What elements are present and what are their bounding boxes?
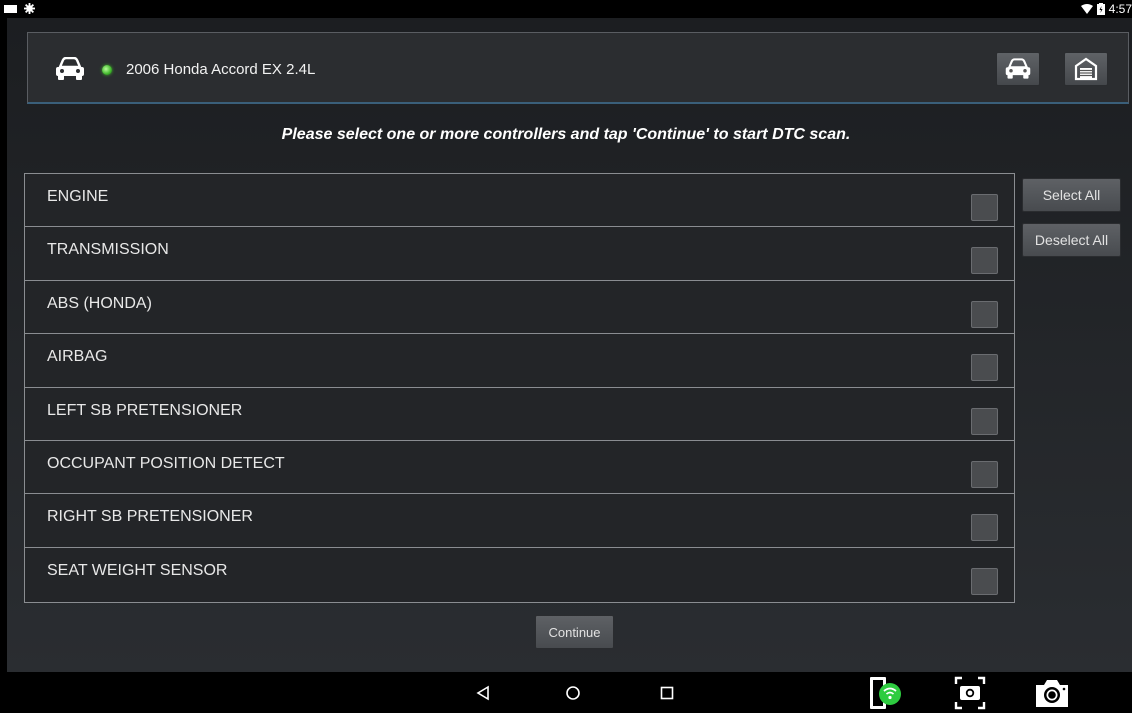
- controller-row-transmission[interactable]: TRANSMISSION: [25, 227, 1014, 281]
- wifi-icon: [1080, 4, 1093, 14]
- controller-checkbox[interactable]: [971, 300, 998, 328]
- settings-gear-icon: [24, 3, 35, 14]
- notification-icon: [4, 4, 17, 13]
- recents-square-icon[interactable]: [660, 686, 674, 700]
- camera-icon[interactable]: [1034, 677, 1070, 709]
- instruction-text: Please select one or more controllers an…: [281, 126, 851, 143]
- controller-row-airbag[interactable]: AIRBAG: [25, 334, 1014, 388]
- controller-checkbox[interactable]: [971, 407, 998, 435]
- continue-button[interactable]: Continue: [535, 615, 614, 649]
- controller-row-seat-weight-sensor[interactable]: SEAT WEIGHT SENSOR: [25, 548, 1014, 601]
- garage-icon: [1074, 57, 1098, 81]
- green-led-icon: [102, 65, 112, 75]
- status-time: 4:57: [1108, 2, 1132, 16]
- controller-label: RIGHT SB PRETENSIONER: [47, 508, 253, 526]
- controller-row-left-sb-pretensioner[interactable]: LEFT SB PRETENSIONER: [25, 388, 1014, 441]
- controller-checkbox[interactable]: [971, 567, 998, 595]
- controller-row-right-sb-pretensioner[interactable]: RIGHT SB PRETENSIONER: [25, 494, 1014, 548]
- status-bar: 4:57: [0, 0, 1132, 18]
- controller-checkbox[interactable]: [971, 460, 998, 488]
- controller-label: OCCUPANT POSITION DETECT: [47, 454, 285, 472]
- controller-label: LEFT SB PRETENSIONER: [47, 401, 243, 419]
- vehicle-header: 2006 Honda Accord EX 2.4L: [27, 32, 1129, 104]
- controller-label: TRANSMISSION: [47, 241, 169, 259]
- controller-checkbox[interactable]: [971, 194, 998, 221]
- controller-checkbox[interactable]: [971, 354, 998, 382]
- controller-checkbox[interactable]: [971, 514, 998, 542]
- home-circle-icon[interactable]: [565, 685, 581, 701]
- screenshot-icon[interactable]: [953, 675, 987, 711]
- vehicle-name: 2006 Honda Accord EX 2.4L: [126, 61, 316, 78]
- controller-checkbox[interactable]: [971, 247, 998, 275]
- garage-button[interactable]: [1064, 52, 1108, 86]
- select-all-button[interactable]: Select All: [1022, 178, 1121, 212]
- back-triangle-icon[interactable]: [475, 685, 491, 701]
- vehicle-select-button[interactable]: [996, 52, 1040, 86]
- controller-list: ENGINE TRANSMISSION ABS (HONDA) AIRBAG L…: [24, 173, 1015, 603]
- controller-label: ENGINE: [47, 188, 109, 205]
- phone-wifi-icon[interactable]: [868, 676, 902, 710]
- controller-row-engine[interactable]: ENGINE: [25, 174, 1014, 228]
- controller-row-occupant-position-detect[interactable]: OCCUPANT POSITION DETECT: [25, 441, 1014, 495]
- controller-label: SEAT WEIGHT SENSOR: [47, 561, 228, 579]
- nav-bar: [0, 672, 1132, 713]
- car-icon: [56, 57, 84, 80]
- car-icon: [1005, 58, 1031, 79]
- battery-icon: [1096, 3, 1105, 15]
- controller-label: AIRBAG: [47, 348, 108, 366]
- controller-row-abs[interactable]: ABS (HONDA): [25, 281, 1014, 335]
- deselect-all-button[interactable]: Deselect All: [1022, 223, 1121, 257]
- controller-label: ABS (HONDA): [47, 294, 152, 312]
